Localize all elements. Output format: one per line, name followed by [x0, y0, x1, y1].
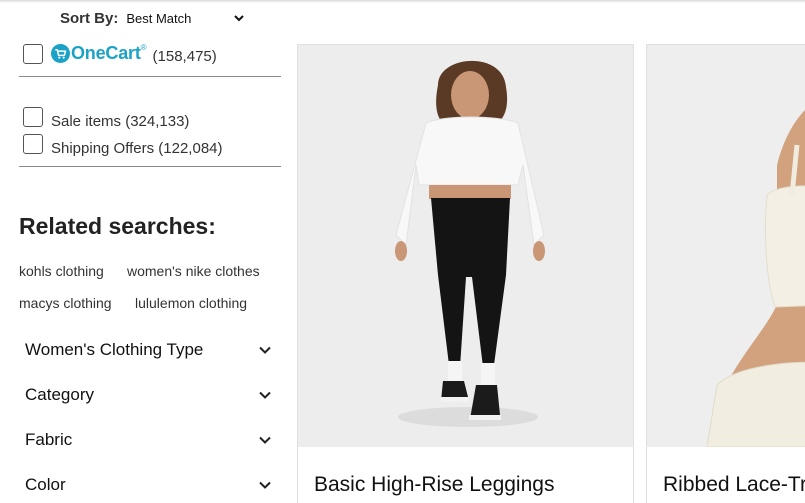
sale-items-checkbox[interactable] — [23, 107, 43, 127]
onecart-logo: OneCart ® — [51, 43, 147, 64]
facet-label: Women's Clothing Type — [25, 340, 204, 359]
related-link-womens-nike-clothes[interactable]: women's nike clothes — [127, 263, 260, 279]
divider — [19, 76, 281, 77]
related-link-macys-clothing[interactable]: macys clothing — [19, 295, 112, 311]
divider — [19, 166, 281, 167]
sort-select[interactable]: Best Match — [126, 11, 246, 26]
facet-label: Category — [25, 385, 94, 404]
chevron-down-icon — [259, 481, 271, 489]
product-image[interactable] — [298, 45, 633, 447]
product-title[interactable]: Ribbed Lace-Trim — [663, 473, 805, 497]
shipping-offers-filter: Shipping Offers (122,084) — [23, 134, 223, 157]
product-title[interactable]: Basic High-Rise Leggings — [314, 473, 554, 497]
product-card[interactable]: Basic High-Rise Leggings — [297, 44, 634, 503]
related-link-lululemon-clothing[interactable]: lululemon clothing — [135, 295, 247, 311]
model-photo — [647, 45, 805, 447]
chevron-down-icon — [259, 391, 271, 399]
sort-label: Sort By: — [60, 9, 119, 27]
filter-sidebar: Sort By: Best Match OneCart ® (158,475) … — [0, 0, 290, 503]
related-searches-title: Related searches: — [19, 213, 216, 239]
shipping-offers-checkbox[interactable] — [23, 134, 43, 154]
model-photo — [298, 45, 633, 447]
registered-mark: ® — [140, 43, 147, 52]
sale-items-label: Sale items (324,133) — [51, 112, 190, 130]
shipping-offers-label: Shipping Offers (122,084) — [51, 139, 223, 157]
facet-womens-clothing-type[interactable]: Women's Clothing Type — [25, 340, 273, 360]
product-image[interactable] — [647, 45, 805, 447]
chevron-down-icon — [259, 346, 271, 354]
facet-fabric[interactable]: Fabric — [25, 430, 273, 450]
facet-category[interactable]: Category — [25, 385, 273, 405]
onecart-count: (158,475) — [152, 48, 217, 65]
related-link-kohls-clothing[interactable]: kohls clothing — [19, 263, 104, 279]
onecart-filter: OneCart ® (158,475) — [23, 43, 217, 65]
chevron-down-icon — [259, 436, 271, 444]
facet-label: Fabric — [25, 430, 73, 449]
sort-value: Best Match — [126, 10, 192, 26]
facet-color[interactable]: Color — [25, 475, 273, 495]
cart-icon — [51, 44, 70, 63]
chevron-down-icon — [234, 15, 245, 22]
onecart-checkbox[interactable] — [23, 43, 43, 64]
sort-control: Sort By: Best Match — [60, 8, 246, 28]
facet-label: Color — [25, 475, 66, 494]
sale-items-filter: Sale items (324,133) — [23, 107, 190, 130]
onecart-brand: OneCart — [71, 43, 141, 63]
product-card[interactable]: Ribbed Lace-Trim — [646, 44, 805, 503]
